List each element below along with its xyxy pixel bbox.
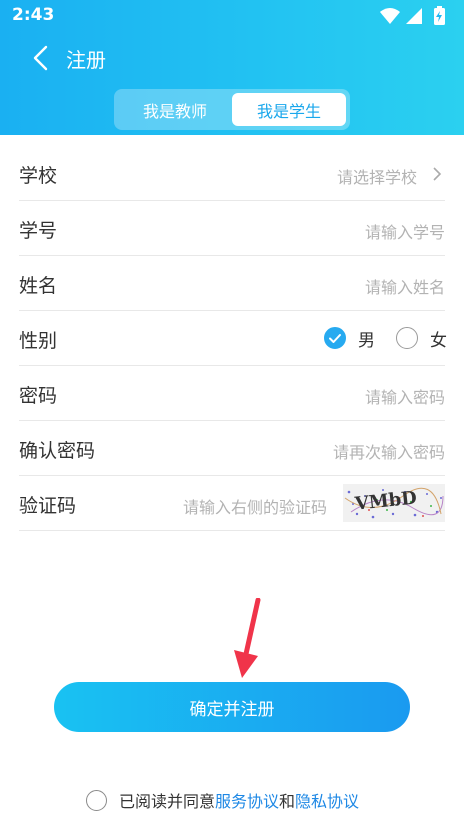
name-input[interactable]: 请输入姓名 bbox=[365, 274, 445, 298]
student-id-row: 学号 请输入学号 bbox=[19, 201, 445, 256]
tab-teacher[interactable]: 我是教师 bbox=[118, 93, 232, 126]
password-label: 密码 bbox=[19, 385, 58, 407]
chevron-right-icon bbox=[433, 167, 442, 181]
status-bar: 2:43 bbox=[0, 0, 464, 32]
captcha-input[interactable]: 请输入右侧的验证码 bbox=[183, 494, 327, 518]
page-title: 注册 bbox=[66, 48, 106, 72]
red-arrow-icon bbox=[234, 598, 261, 678]
password-row: 密码 请输入密码 bbox=[19, 366, 445, 421]
radio-unchecked-icon bbox=[396, 327, 418, 349]
school-select[interactable]: 请选择学校 bbox=[337, 164, 417, 188]
header: 2:43 注册 我是教师 我是学生 bbox=[0, 0, 464, 135]
password-input[interactable]: 请输入密码 bbox=[365, 384, 445, 408]
role-switch: 我是教师 我是学生 bbox=[114, 89, 350, 130]
captcha-label: 验证码 bbox=[19, 495, 77, 517]
gender-row: 性别 男 女 bbox=[19, 311, 447, 366]
gender-female-label: 女 bbox=[430, 330, 447, 351]
gender-male-label: 男 bbox=[358, 330, 375, 351]
agreement-row: 已阅读并同意 服务协议 和 隐私协议 bbox=[86, 788, 359, 812]
confirm-password-label: 确认密码 bbox=[19, 440, 96, 462]
confirm-password-row: 确认密码 请再次输入密码 bbox=[19, 421, 445, 476]
service-agreement-link[interactable]: 服务协议 bbox=[215, 788, 279, 812]
student-id-label: 学号 bbox=[19, 220, 58, 242]
gender-male-option[interactable]: 男 bbox=[324, 325, 375, 351]
signal-icon bbox=[406, 8, 422, 24]
name-row: 姓名 请输入姓名 bbox=[19, 256, 445, 311]
gender-female-option[interactable]: 女 bbox=[396, 325, 447, 351]
name-label: 姓名 bbox=[19, 275, 58, 297]
captcha-image[interactable]: VMbD bbox=[343, 484, 445, 522]
gender-label: 性别 bbox=[19, 330, 58, 352]
status-time: 2:43 bbox=[12, 5, 55, 25]
school-label: 学校 bbox=[19, 165, 58, 187]
battery-icon bbox=[434, 6, 445, 25]
school-row[interactable]: 学校 请选择学校 bbox=[19, 146, 445, 201]
privacy-agreement-link[interactable]: 隐私协议 bbox=[295, 788, 359, 812]
submit-register-button[interactable]: 确定并注册 bbox=[54, 682, 410, 732]
student-id-input[interactable]: 请输入学号 bbox=[365, 219, 445, 243]
status-icons bbox=[380, 6, 445, 25]
agreement-and: 和 bbox=[279, 792, 296, 811]
wifi-icon bbox=[380, 8, 400, 24]
tab-student[interactable]: 我是学生 bbox=[232, 93, 346, 126]
check-icon bbox=[324, 327, 346, 349]
back-arrow-icon[interactable] bbox=[28, 44, 56, 72]
agreement-prefix: 已阅读并同意 bbox=[119, 792, 216, 811]
captcha-row: 验证码 请输入右侧的验证码 VMbD bbox=[19, 476, 445, 531]
confirm-password-input[interactable]: 请再次输入密码 bbox=[333, 439, 445, 463]
agreement-checkbox[interactable] bbox=[86, 789, 107, 811]
